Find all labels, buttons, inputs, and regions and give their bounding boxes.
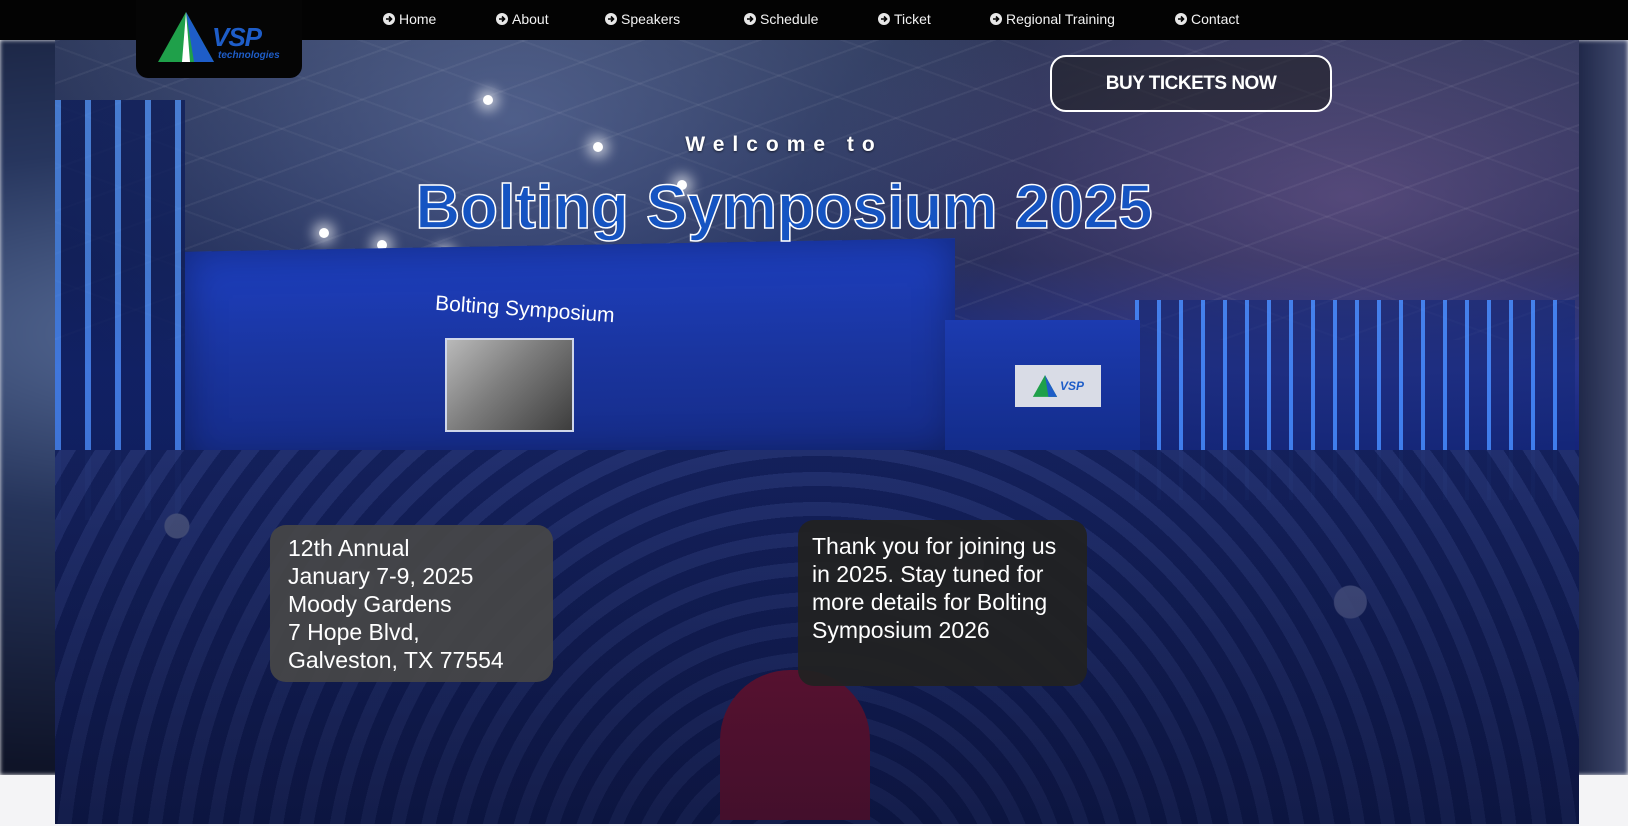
nav-home-label: Home xyxy=(399,11,437,27)
event-address-line2: Galveston, TX 77554 xyxy=(288,647,504,673)
nav-contact-label: Contact xyxy=(1191,11,1240,27)
stage-light xyxy=(483,95,493,105)
nav-speakers[interactable]: Speakers xyxy=(605,11,680,27)
arrow-circle-right-icon xyxy=(744,13,756,25)
logo-text: VSP xyxy=(212,22,262,52)
logo-subtext: technologies xyxy=(218,50,280,61)
nav-ticket-label: Ticket xyxy=(894,11,931,27)
event-address-line1: 7 Hope Blvd, xyxy=(288,619,420,645)
nav-contact[interactable]: Contact xyxy=(1175,11,1239,27)
welcome-heading: Welcome to xyxy=(685,133,883,156)
vsp-logo-triangle-icon xyxy=(158,12,214,62)
nav-about-label: About xyxy=(512,11,549,27)
stage-logo-text: VSP xyxy=(1059,379,1084,393)
nav-ticket[interactable]: Ticket xyxy=(878,11,931,27)
hero-banner: Bolting Symposium VSP xyxy=(55,40,1579,824)
arrow-circle-right-icon xyxy=(383,13,395,25)
arrow-circle-right-icon xyxy=(1175,13,1187,25)
arrow-circle-right-icon xyxy=(605,13,617,25)
bolt-image xyxy=(445,338,574,432)
arrow-circle-right-icon xyxy=(990,13,1002,25)
nav-schedule-label: Schedule xyxy=(760,11,819,27)
stage-vsp-logo: VSP xyxy=(1015,365,1101,407)
buy-tickets-button[interactable]: BUY TICKETS NOW xyxy=(1050,55,1332,112)
thanks-message: Thank you for joining us in 2025. Stay t… xyxy=(812,533,1057,643)
vsp-logo-triangle-icon xyxy=(1032,375,1058,397)
event-info-box: 12th Annual January 7-9, 2025 Moody Gard… xyxy=(270,525,553,682)
event-dates: January 7-9, 2025 xyxy=(288,563,474,589)
nav-regional-training-label: Regional Training xyxy=(1006,11,1115,27)
nav-home[interactable]: Home xyxy=(383,11,436,27)
nav-speakers-label: Speakers xyxy=(621,11,681,27)
thanks-message-box: Thank you for joining us in 2025. Stay t… xyxy=(798,520,1087,686)
event-venue: Moody Gardens xyxy=(288,591,452,617)
nav-regional-training[interactable]: Regional Training xyxy=(990,11,1115,27)
page-title: Bolting Symposium 2025 xyxy=(415,172,1154,243)
arrow-circle-right-icon xyxy=(496,13,508,25)
nav-schedule[interactable]: Schedule xyxy=(744,11,818,27)
vsp-logo[interactable]: VSP technologies xyxy=(136,0,302,78)
arrow-circle-right-icon xyxy=(878,13,890,25)
event-edition: 12th Annual xyxy=(288,535,410,561)
nav-about[interactable]: About xyxy=(496,11,549,27)
